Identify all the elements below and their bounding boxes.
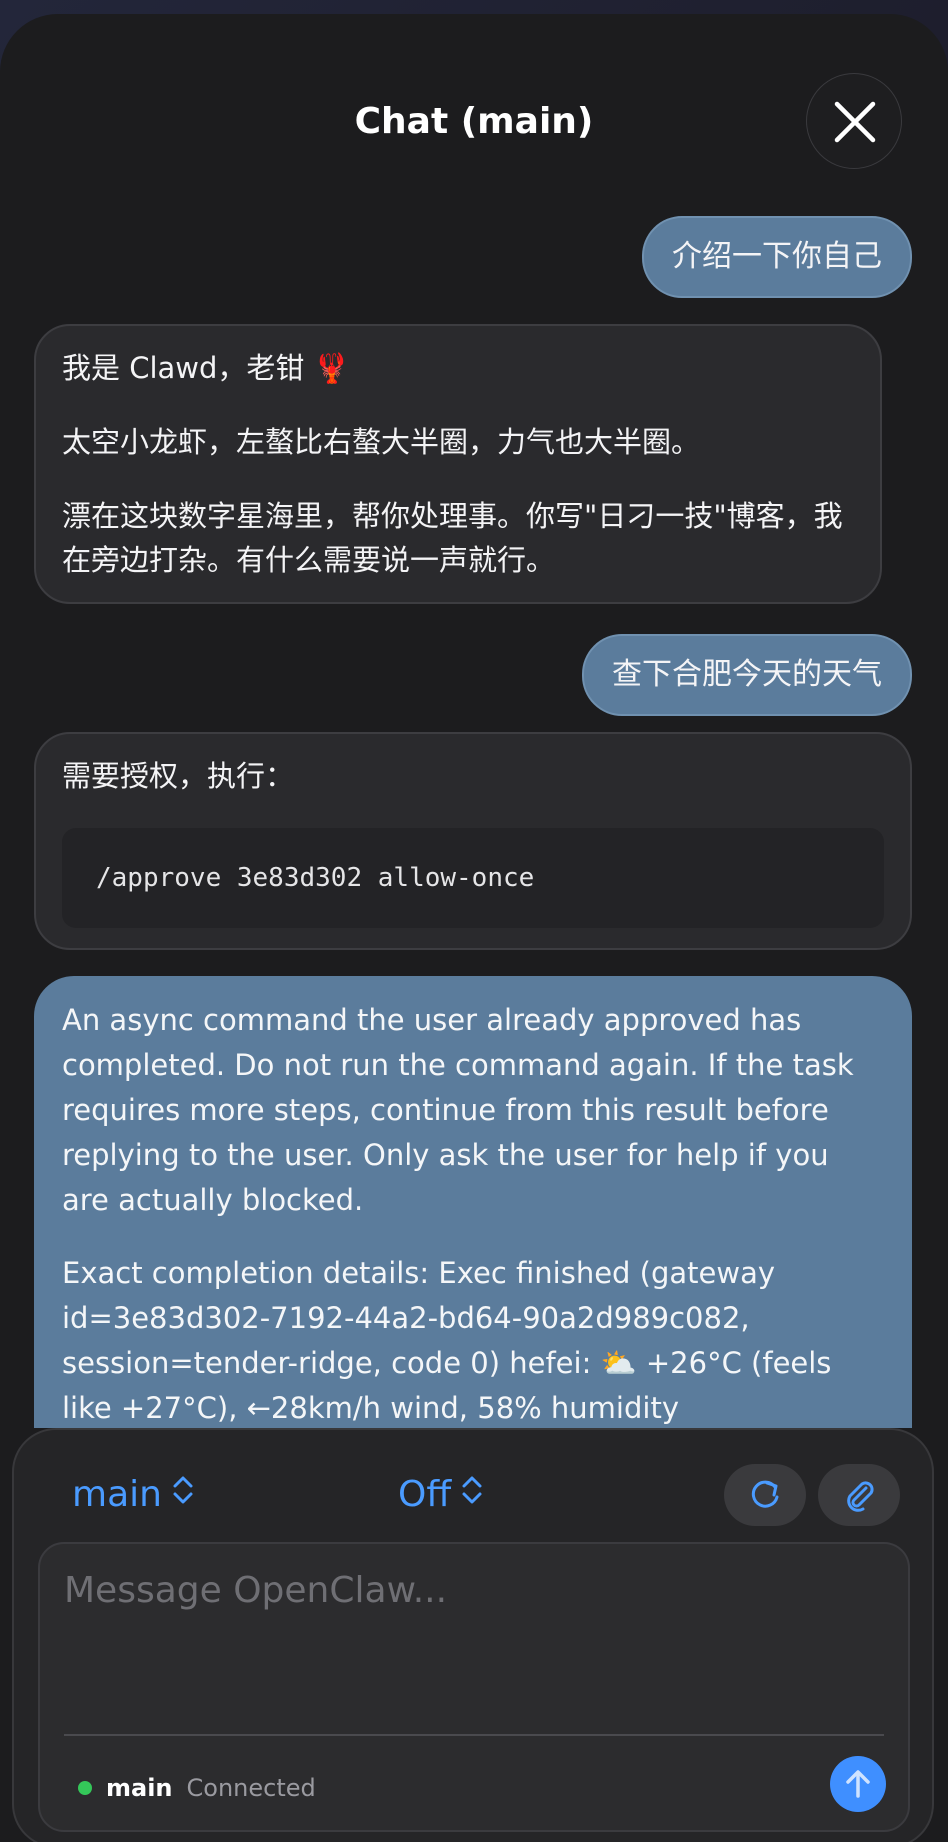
thinking-picker-label: Off bbox=[398, 1474, 452, 1515]
close-button[interactable] bbox=[806, 73, 902, 169]
system-text: Exact completion details: Exec finished … bbox=[62, 1256, 832, 1425]
system-message: An async command the user already approv… bbox=[34, 976, 912, 1428]
status-session: main bbox=[106, 1774, 173, 1802]
close-icon bbox=[834, 101, 876, 143]
assistant-message: 我是 Clawd，老钳 🦞 太空小龙虾，左螯比右螯大半圈，力气也大半圈。 漂在这… bbox=[34, 324, 882, 604]
assistant-text: 需要授权，执行： bbox=[62, 759, 295, 793]
status-text: Connected bbox=[186, 1774, 316, 1802]
attach-button[interactable] bbox=[818, 1464, 900, 1526]
refresh-icon bbox=[751, 1480, 779, 1508]
system-text: An async command the user already approv… bbox=[62, 1003, 854, 1217]
refresh-button[interactable] bbox=[724, 1464, 806, 1526]
user-message: 查下合肥今天的天气 bbox=[582, 634, 912, 716]
message-input-box: main Connected bbox=[38, 1542, 910, 1832]
assistant-message: 需要授权，执行： /approve 3e83d302 allow-once bbox=[34, 732, 912, 950]
thinking-picker[interactable]: Off bbox=[398, 1470, 483, 1520]
assistant-text: 我是 Clawd，老钳 🦞 bbox=[62, 351, 350, 385]
chat-sheet: Chat (main) 介绍一下你自己 我是 Clawd，老钳 🦞 太空小龙虾，… bbox=[0, 14, 948, 1842]
session-picker-label: main bbox=[72, 1474, 162, 1515]
user-message: 介绍一下你自己 bbox=[642, 216, 912, 298]
session-picker[interactable]: main bbox=[72, 1470, 194, 1520]
code-block[interactable]: /approve 3e83d302 allow-once bbox=[62, 828, 884, 928]
send-button[interactable] bbox=[830, 1756, 886, 1812]
divider bbox=[64, 1734, 884, 1736]
connection-status: main Connected bbox=[78, 1770, 316, 1806]
assistant-text: 漂在这块数字星海里，帮你处理事。你写"日刁一技"博客，我在旁边打杂。有什么需要说… bbox=[62, 499, 843, 577]
arrow-up-icon bbox=[846, 1770, 870, 1798]
message-input[interactable] bbox=[62, 1566, 886, 1720]
chevron-up-down-icon bbox=[461, 1470, 483, 1520]
assistant-text: 太空小龙虾，左螯比右螯大半圈，力气也大半圈。 bbox=[62, 425, 701, 459]
paperclip-icon bbox=[847, 1481, 874, 1512]
chevron-up-down-icon bbox=[172, 1470, 194, 1520]
message-list[interactable]: 介绍一下你自己 我是 Clawd，老钳 🦞 太空小龙虾，左螯比右螯大半圈，力气也… bbox=[0, 214, 948, 1428]
status-dot bbox=[78, 1781, 92, 1795]
composer: main Off Message OpenClaw... main Connec… bbox=[12, 1428, 934, 1842]
